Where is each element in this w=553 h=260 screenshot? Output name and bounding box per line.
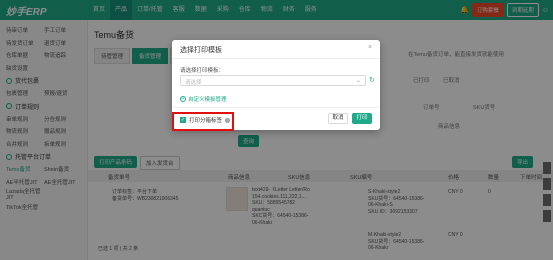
template-select[interactable]: 请选择 ⌄ <box>180 75 366 86</box>
custom-template-link[interactable]: + 自定义模板管理 <box>180 95 227 103</box>
chevron-down-icon: ⌄ <box>355 78 361 84</box>
modal-overlay[interactable] <box>0 0 553 260</box>
plus-circle-icon: + <box>180 96 186 102</box>
cancel-button[interactable]: 取消 <box>328 113 348 124</box>
highlight-box <box>172 112 234 131</box>
refresh-icon[interactable]: ↻ <box>369 76 375 84</box>
close-icon[interactable]: × <box>368 44 372 51</box>
footer-divider <box>172 107 380 108</box>
modal-divider <box>172 58 380 59</box>
template-field-label: 请选择打印模板： <box>180 68 225 74</box>
print-button[interactable]: 打印 <box>352 113 372 124</box>
custom-template-label: 自定义模板管理 <box>188 97 227 103</box>
template-select-placeholder: 请选择 <box>185 80 202 86</box>
modal-title: 选择打印模板 <box>180 47 222 54</box>
